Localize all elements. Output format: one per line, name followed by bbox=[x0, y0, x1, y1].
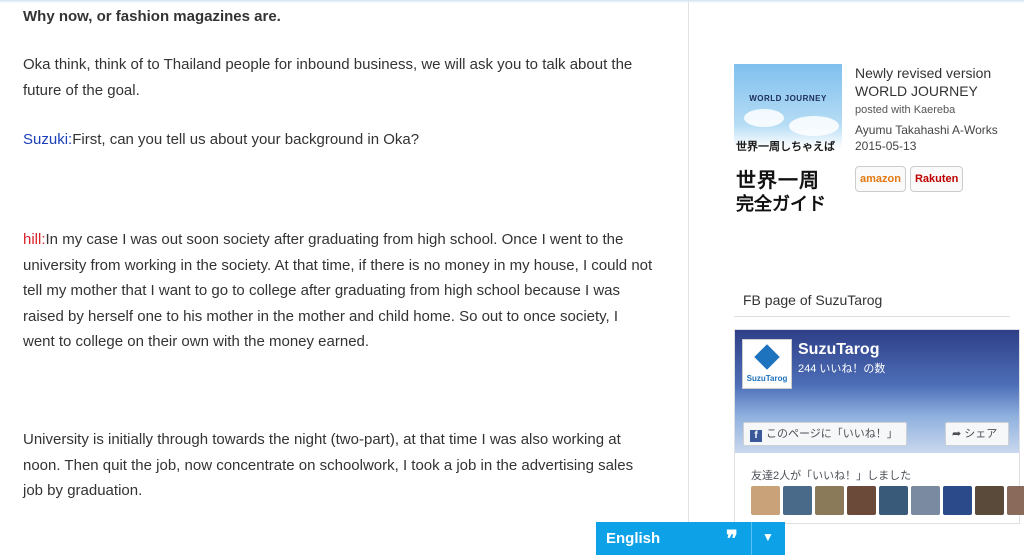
language-label[interactable]: English bbox=[606, 530, 660, 547]
fb-heading-underline bbox=[734, 316, 1010, 317]
book-date: 2015-05-13 bbox=[855, 139, 917, 153]
friend-avatar[interactable] bbox=[1007, 486, 1024, 515]
friend-avatar[interactable] bbox=[975, 486, 1004, 515]
fb-friend-avatars bbox=[751, 486, 1024, 515]
friend-avatar[interactable] bbox=[815, 486, 844, 515]
amazon-button[interactable]: amazon bbox=[855, 166, 906, 192]
fb-page-name[interactable]: SuzuTarog bbox=[798, 341, 879, 359]
friend-avatar[interactable] bbox=[751, 486, 780, 515]
book-cover-main: 世界一周 bbox=[736, 170, 820, 192]
fb-like-label: このページに「いいね！」 bbox=[766, 428, 898, 440]
fb-cover-image[interactable]: SuzuTarog SuzuTarog 244 いいね！の数 f このページに「い… bbox=[735, 330, 1019, 453]
store-buttons: amazon Rakuten bbox=[855, 166, 1020, 192]
translator-separator bbox=[751, 522, 752, 555]
posted-with[interactable]: posted with Kaereba bbox=[855, 104, 1020, 116]
paragraph-university: University is initially through towards … bbox=[23, 431, 634, 499]
fb-share-button[interactable]: ➦ シェア bbox=[945, 422, 1009, 446]
speaker-suzuki: Suzuki: bbox=[23, 131, 73, 148]
language-translator-bar[interactable]: English ❞ ▼ bbox=[596, 522, 785, 555]
book-info: Newly revised version WORLD JOURNEY post… bbox=[855, 64, 1020, 192]
cloud-shape bbox=[789, 116, 839, 136]
fb-like-count: 244 いいね！の数 bbox=[798, 363, 886, 375]
column-divider bbox=[688, 0, 689, 555]
facebook-icon: f bbox=[750, 430, 762, 442]
fb-logo-label: SuzuTarog bbox=[746, 374, 788, 383]
share-arrow-icon: ➦ bbox=[952, 428, 965, 440]
speaker-hill: hill: bbox=[23, 231, 46, 248]
rakuten-button[interactable]: Rakuten bbox=[909, 166, 964, 192]
fb-page-widget: SuzuTarog SuzuTarog 244 いいね！の数 f このページに「い… bbox=[734, 329, 1024, 524]
friend-avatar[interactable] bbox=[943, 486, 972, 515]
fb-section-heading: FB page of SuzuTarog bbox=[743, 292, 883, 308]
book-title-link[interactable]: Newly revised version WORLD JOURNEY bbox=[855, 64, 1020, 100]
fb-friends-text: 友達2人が「いいね！」しました bbox=[751, 470, 912, 482]
answer-text: In my case I was out soon society after … bbox=[23, 231, 653, 350]
paragraph-answer: hill:In my case I was out soon society a… bbox=[23, 227, 653, 355]
article-heading: Why now, or fashion magazines are. bbox=[23, 8, 281, 25]
book-author: Ayumu Takahashi A-Works bbox=[855, 123, 998, 137]
friend-avatar[interactable] bbox=[911, 486, 940, 515]
question-text: First, can you tell us about your backgr… bbox=[72, 131, 420, 148]
book-cover-guide: 完全ガイド bbox=[736, 194, 826, 214]
friend-avatar[interactable] bbox=[847, 486, 876, 515]
cloud-shape bbox=[744, 109, 784, 127]
paragraph-intro: Oka think, think of to Thailand people f… bbox=[23, 56, 633, 99]
paragraph-question: Suzuki:First, can you tell us about your… bbox=[23, 127, 653, 153]
book-cover-title: WORLD JOURNEY bbox=[749, 94, 827, 103]
friend-avatar[interactable] bbox=[783, 486, 812, 515]
fb-share-label: シェア bbox=[964, 428, 998, 440]
friend-avatar[interactable] bbox=[879, 486, 908, 515]
quote-icon: ❞ bbox=[726, 526, 738, 552]
top-shadow bbox=[0, 0, 1024, 3]
cube-logo-icon bbox=[754, 344, 780, 370]
fb-like-button[interactable]: f このページに「いいね！」 bbox=[743, 422, 907, 446]
book-cover[interactable]: WORLD JOURNEY 世界一周しちゃえば 世界一周 完全ガイド bbox=[734, 64, 842, 216]
fb-page-logo[interactable]: SuzuTarog bbox=[742, 339, 792, 389]
dropdown-arrow-icon[interactable]: ▼ bbox=[762, 530, 774, 544]
book-cover-subtitle: 世界一周しちゃえば bbox=[736, 141, 835, 153]
